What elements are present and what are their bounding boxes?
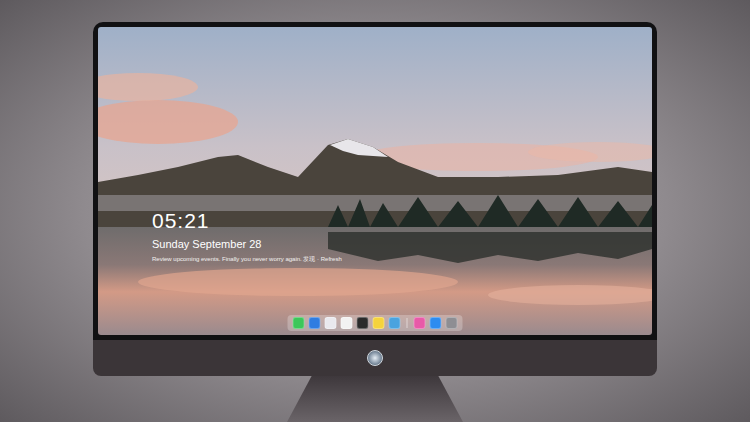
dock-app-icon[interactable] bbox=[309, 317, 321, 329]
dock-separator bbox=[407, 318, 408, 328]
monitor-chin bbox=[93, 340, 657, 376]
dock-app-icon[interactable] bbox=[446, 317, 458, 329]
dock-app-icon[interactable] bbox=[325, 317, 337, 329]
screen: 05:21 Sunday September 28 Review upcoming … bbox=[98, 27, 652, 335]
monitor-stand bbox=[287, 376, 463, 422]
wallpaper bbox=[98, 27, 652, 335]
dock-app-icon[interactable] bbox=[373, 317, 385, 329]
dock-app-icon[interactable] bbox=[341, 317, 353, 329]
dock bbox=[288, 315, 463, 331]
page: 05:21 Sunday September 28 Review upcoming … bbox=[0, 0, 750, 422]
lock-info: 05:21 Sunday September 28 Review upcoming … bbox=[152, 209, 342, 263]
clock-time: 05:21 bbox=[152, 209, 342, 233]
lock-message: Review upcoming events. Finally you neve… bbox=[152, 255, 342, 263]
dock-app-icon[interactable] bbox=[389, 317, 401, 329]
brand-logo-icon bbox=[367, 350, 383, 366]
dock-app-icon[interactable] bbox=[293, 317, 305, 329]
clock-date: Sunday September 28 bbox=[152, 237, 342, 251]
monitor-bezel: 05:21 Sunday September 28 Review upcoming … bbox=[93, 22, 657, 340]
dock-app-icon[interactable] bbox=[430, 317, 442, 329]
dock-app-icon[interactable] bbox=[414, 317, 426, 329]
dock-app-icon[interactable] bbox=[357, 317, 369, 329]
